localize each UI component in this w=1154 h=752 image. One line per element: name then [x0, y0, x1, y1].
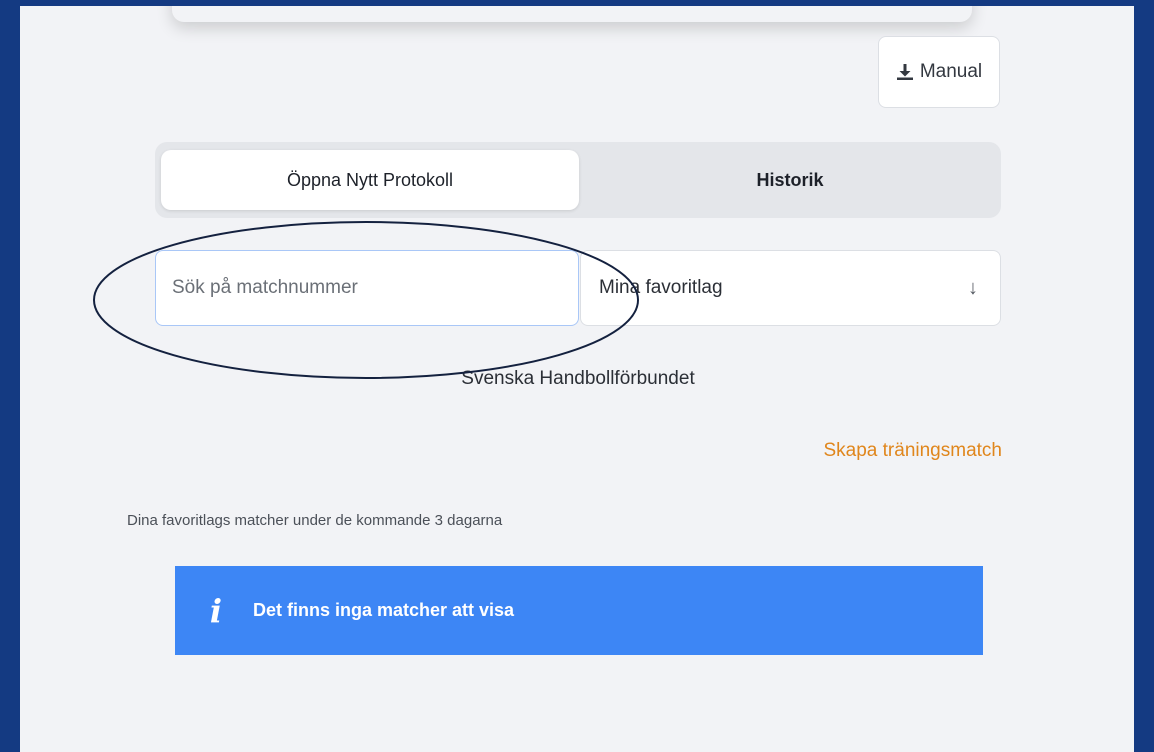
app-frame: Manual Öppna Nytt Protokoll Historik Min… — [20, 6, 1134, 752]
favorite-teams-selected-value: Mina favoritlag — [599, 277, 723, 298]
download-icon — [896, 64, 913, 80]
create-training-match-link[interactable]: Skapa träningsmatch — [824, 440, 1003, 462]
manual-label: Manual — [919, 61, 983, 82]
organization-name: Svenska Handbollförbundet — [461, 368, 695, 389]
info-message: Det finns inga matcher att visa — [253, 600, 515, 620]
info-icon: i — [209, 591, 223, 630]
match-number-search-input[interactable] — [155, 250, 579, 326]
info-banner: i Det finns inga matcher att visa — [175, 566, 983, 655]
upcoming-matches-label: Dina favoritlags matcher under de komman… — [127, 512, 503, 529]
tab-bar: Öppna Nytt Protokoll Historik — [155, 142, 1001, 218]
arrow-down-icon: ↓ — [968, 276, 978, 299]
manual-button[interactable]: Manual — [878, 36, 1000, 108]
favorite-teams-select[interactable]: Mina favoritlag ↓ — [580, 250, 1001, 326]
top-card — [172, 6, 972, 22]
tab-open-new-protocol[interactable]: Öppna Nytt Protokoll — [161, 150, 579, 210]
tab-history[interactable]: Historik — [579, 150, 1001, 210]
